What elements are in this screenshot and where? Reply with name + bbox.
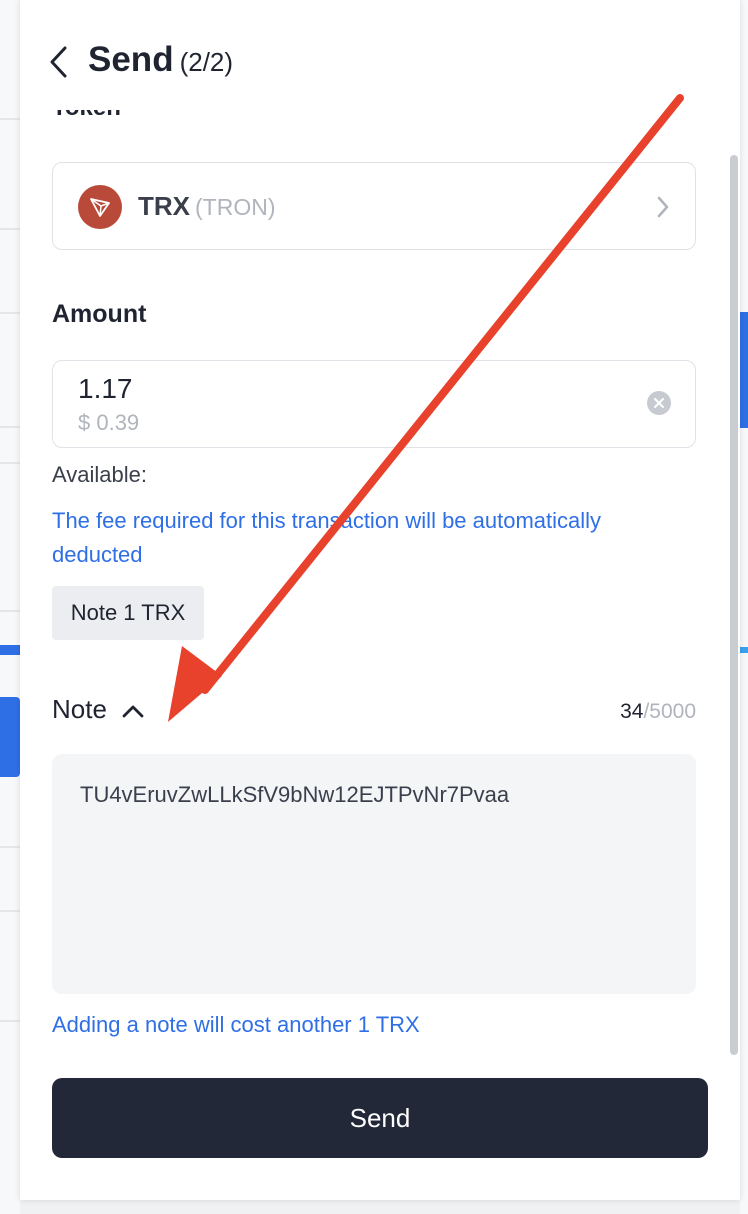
note-toggle[interactable]: Note: [52, 694, 144, 725]
chevron-left-icon[interactable]: [46, 45, 72, 79]
chevron-up-icon: [122, 705, 144, 718]
amount-label: Amount: [52, 300, 147, 328]
background-page-left: [0, 0, 20, 1214]
scrollbar-thumb[interactable]: [730, 155, 738, 1055]
token-symbol: TRX: [138, 191, 190, 221]
scroll-content: Token TRX (TRON) Amount 1.17 $ 0.39: [20, 110, 740, 1070]
background-blue-line-right: [740, 647, 748, 653]
token-label: Token: [52, 110, 121, 122]
send-panel: Send(2/2) Token TRX (TRON) Amount 1.17 $…: [20, 0, 740, 1200]
note-count-current: 34: [620, 700, 644, 723]
fee-chip: Note 1 TRX: [52, 586, 204, 640]
background-divider: [0, 462, 20, 464]
fee-message: The fee required for this transaction wi…: [52, 508, 602, 567]
background-divider: [0, 426, 20, 428]
available-label: Available:: [52, 462, 147, 487]
token-network: (TRON): [195, 194, 276, 220]
panel-header: Send (2/2): [20, 0, 740, 110]
background-divider: [0, 1020, 20, 1022]
note-count-max: 5000: [649, 700, 696, 723]
background-divider: [0, 312, 20, 314]
background-page-right: [740, 0, 748, 1214]
amount-input[interactable]: 1.17 $ 0.39: [52, 360, 696, 448]
amount-value: 1.17: [78, 373, 133, 404]
background-divider: [0, 118, 20, 120]
background-divider: [0, 228, 20, 230]
background-divider: [0, 910, 20, 912]
amount-usd-value: $ 0.39: [78, 410, 140, 435]
background-divider: [0, 846, 20, 848]
chevron-right-icon: [657, 196, 669, 218]
note-label: Note: [52, 694, 107, 724]
background-blue-button: [0, 697, 20, 777]
token-selector[interactable]: TRX (TRON): [52, 162, 696, 250]
send-button[interactable]: Send: [52, 1078, 708, 1158]
clear-icon[interactable]: [647, 391, 671, 415]
note-char-count: 34/5000: [620, 700, 696, 724]
page-title: Send (2/2): [88, 40, 233, 80]
note-cost-message: Adding a note will cost another 1 TRX: [52, 1012, 420, 1037]
background-blue-bar: [0, 645, 20, 655]
step-indicator: (2/2): [179, 47, 234, 77]
background-blue-button-right: [740, 312, 748, 428]
title-text: Send: [88, 40, 174, 79]
note-textarea[interactable]: TU4vEruvZwLLkSfV9bNw12EJTPvNr7Pvaa: [52, 754, 696, 994]
tron-logo-icon: [78, 185, 122, 229]
background-divider: [0, 610, 20, 612]
